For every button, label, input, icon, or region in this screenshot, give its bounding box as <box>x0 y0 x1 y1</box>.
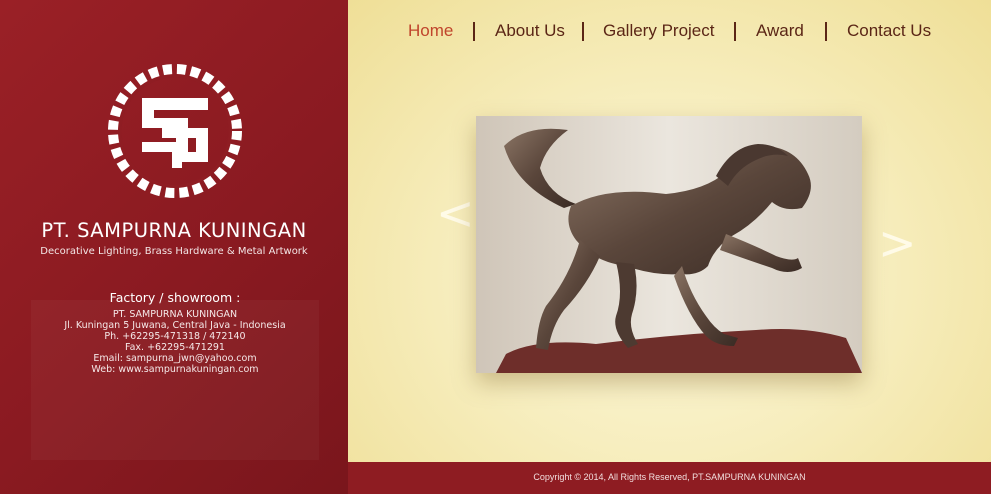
slider-image[interactable] <box>476 116 862 373</box>
nav-home[interactable]: Home <box>408 21 453 41</box>
factory-company-line: PT. SAMPURNA KUNINGAN <box>112 309 238 320</box>
factory-web-line[interactable]: Web: www.sampurnakuningan.com <box>0 364 350 375</box>
slider-prev-arrow-icon[interactable]: < <box>436 190 475 236</box>
factory-phone-line: Ph. +62295-471318 / 472140 <box>104 331 246 342</box>
nav-separator <box>582 22 584 41</box>
factory-email-line[interactable]: Email: sampurna_jwn@yahoo.com <box>0 353 350 364</box>
copyright-text: Copyright © 2014, All Rights Reserved, P… <box>533 472 806 482</box>
factory-address-line: Jl. Kuningan 5 Juwana, Central Java - In… <box>64 320 286 331</box>
footer: Copyright © 2014, All Rights Reserved, P… <box>348 462 991 494</box>
factory-fax-line: Fax. +62295-471291 <box>125 342 225 353</box>
company-name: PT. SAMPURNA KUNINGAN <box>41 219 307 242</box>
top-navigation: Home About Us Gallery Project Award Cont… <box>348 21 991 45</box>
bronze-horse-sculpture-icon <box>476 116 862 373</box>
factory-heading: Factory / showroom : <box>109 290 241 305</box>
slider-next-arrow-icon[interactable]: > <box>878 220 917 266</box>
company-tagline: Decorative Lighting, Brass Hardware & Me… <box>40 246 308 257</box>
nav-gallery-project[interactable]: Gallery Project <box>603 21 714 41</box>
nav-separator <box>473 22 475 41</box>
nav-contact-us[interactable]: Contact Us <box>847 21 931 41</box>
nav-award[interactable]: Award <box>756 21 804 41</box>
nav-about-us[interactable]: About Us <box>495 21 565 41</box>
sidebar: PT. SAMPURNA KUNINGAN Decorative Lightin… <box>0 0 348 494</box>
nav-separator <box>734 22 736 41</box>
factory-address-block: PT. SAMPURNA KUNINGAN Jl. Kuningan 5 Juw… <box>0 309 350 375</box>
sp-monogram-logo-icon[interactable] <box>102 58 248 204</box>
main-content: Home About Us Gallery Project Award Cont… <box>348 0 991 462</box>
nav-separator <box>825 22 827 41</box>
